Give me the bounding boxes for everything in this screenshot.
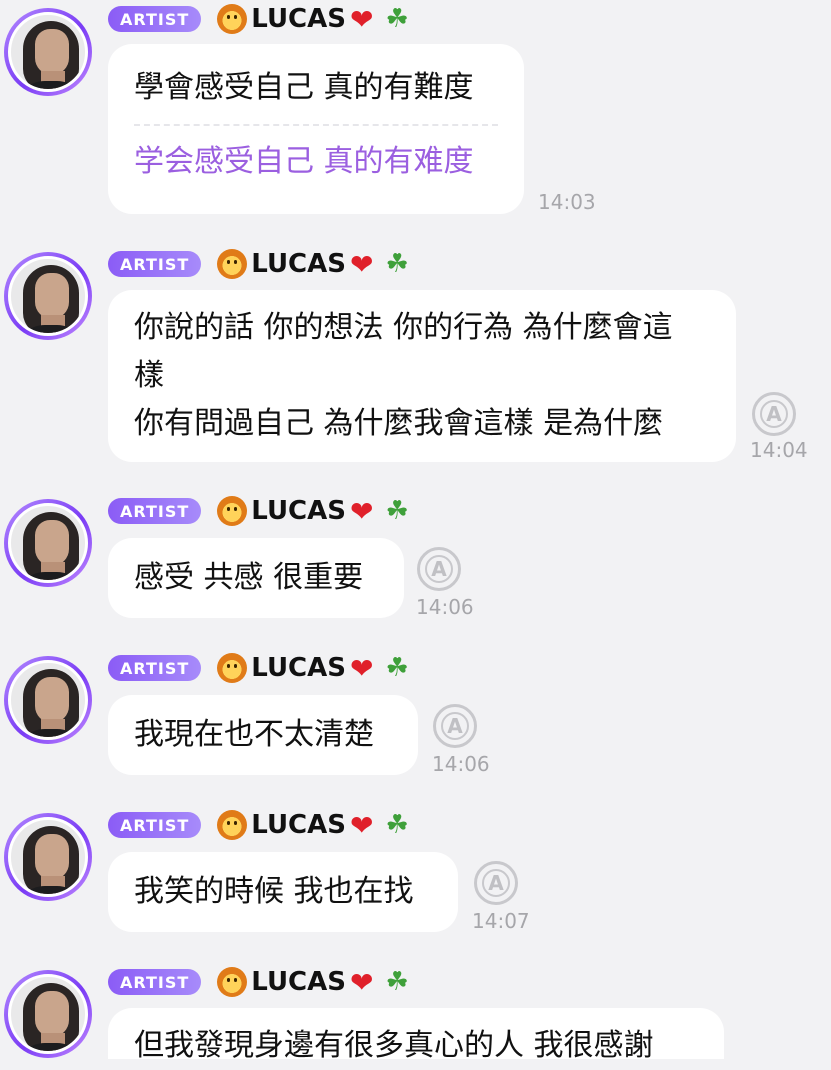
sender-name-text: LUCAS — [251, 967, 346, 997]
sender-name[interactable]: LUCAS ❤ ☘ — [217, 2, 409, 36]
message-header: ARTIST LUCAS ❤ ☘ — [108, 494, 409, 528]
sender-name[interactable]: LUCAS ❤ ☘ — [217, 651, 409, 685]
avatar[interactable] — [4, 8, 92, 96]
message-text: 但我發現身邊有很多真心的人 我很感謝 — [134, 1028, 654, 1063]
message-bubble[interactable]: 我笑的時候 我也在找 — [108, 852, 458, 932]
message-text: 你有問過自己 為什麼我會這樣 是為什麼 — [134, 406, 664, 441]
lion-face-icon — [217, 967, 248, 997]
sender-name-text: LUCAS — [251, 810, 346, 840]
message-bubble[interactable]: 你說的話 你的想法 你的行為 為什麼會這 樣 你有問過自己 為什麼我會這樣 是為… — [108, 290, 736, 462]
avatar[interactable] — [4, 970, 92, 1058]
timestamp: 14:03 — [538, 190, 596, 214]
avatar[interactable] — [4, 252, 92, 340]
four-leaf-clover-icon: ☘ — [385, 496, 409, 526]
message-bubble[interactable]: 但我發現身邊有很多真心的人 我很感謝 — [108, 1008, 724, 1063]
red-heart-icon: ❤ — [349, 808, 374, 842]
artist-badge: ARTIST — [108, 969, 202, 995]
timestamp: 14:06 — [432, 752, 490, 776]
timestamp: 14:06 — [416, 595, 474, 619]
message-text: 樣 — [134, 358, 164, 393]
message-text: 你說的話 你的想法 你的行為 為什麼會這 — [134, 310, 673, 345]
message-bubble[interactable]: 學會感受自己 真的有難度 学会感受自己 真的有难度 — [108, 44, 524, 214]
message-text: 我笑的時候 我也在找 — [134, 874, 414, 909]
lion-face-icon — [217, 4, 248, 34]
artist-badge: ARTIST — [108, 251, 202, 277]
artist-badge: ARTIST — [108, 6, 202, 32]
timestamp: 14:04 — [750, 438, 808, 462]
four-leaf-clover-icon: ☘ — [385, 4, 409, 34]
sender-name[interactable]: LUCAS ❤ ☘ — [217, 494, 409, 528]
artist-badge: ARTIST — [108, 655, 202, 681]
four-leaf-clover-icon: ☘ — [385, 249, 409, 279]
avatar[interactable] — [4, 813, 92, 901]
artist-badge: ARTIST — [108, 498, 202, 524]
sender-name-text: LUCAS — [251, 653, 346, 683]
translate-icon[interactable]: A — [417, 547, 461, 591]
avatar[interactable] — [4, 656, 92, 744]
timestamp: 14:07 — [472, 909, 530, 933]
four-leaf-clover-icon: ☘ — [385, 967, 409, 997]
red-heart-icon: ❤ — [349, 651, 374, 685]
translation-text: 学会感受自己 真的有难度 — [134, 144, 474, 179]
sender-name[interactable]: LUCAS ❤ ☘ — [217, 247, 409, 281]
message-text: 感受 共感 很重要 — [134, 560, 364, 595]
message-header: ARTIST LUCAS ❤ ☘ — [108, 651, 409, 685]
lion-face-icon — [217, 653, 248, 683]
four-leaf-clover-icon: ☘ — [385, 810, 409, 840]
sender-name-text: LUCAS — [251, 249, 346, 279]
sender-name[interactable]: LUCAS ❤ ☘ — [217, 965, 409, 999]
sender-name-text: LUCAS — [251, 4, 346, 34]
red-heart-icon: ❤ — [349, 965, 374, 999]
message-text: 學會感受自己 真的有難度 — [134, 70, 474, 105]
lion-face-icon — [217, 249, 248, 279]
lion-face-icon — [217, 496, 248, 526]
message-header: ARTIST LUCAS ❤ ☘ — [108, 247, 409, 281]
four-leaf-clover-icon: ☘ — [385, 653, 409, 683]
red-heart-icon: ❤ — [349, 494, 374, 528]
sender-name-text: LUCAS — [251, 496, 346, 526]
translate-icon[interactable]: A — [474, 861, 518, 905]
translate-icon[interactable]: A — [433, 704, 477, 748]
translation-divider — [134, 124, 498, 126]
translate-icon[interactable]: A — [752, 392, 796, 436]
red-heart-icon: ❤ — [349, 2, 374, 36]
red-heart-icon: ❤ — [349, 247, 374, 281]
message-header: ARTIST LUCAS ❤ ☘ — [108, 808, 409, 842]
avatar[interactable] — [4, 499, 92, 587]
sender-name[interactable]: LUCAS ❤ ☘ — [217, 808, 409, 842]
lion-face-icon — [217, 810, 248, 840]
message-header: ARTIST LUCAS ❤ ☘ — [108, 965, 409, 999]
message-header: ARTIST LUCAS ❤ ☘ — [108, 2, 409, 36]
artist-badge: ARTIST — [108, 812, 202, 838]
message-bubble[interactable]: 感受 共感 很重要 — [108, 538, 404, 618]
message-text: 我現在也不太清楚 — [134, 717, 374, 752]
message-bubble[interactable]: 我現在也不太清楚 — [108, 695, 418, 775]
